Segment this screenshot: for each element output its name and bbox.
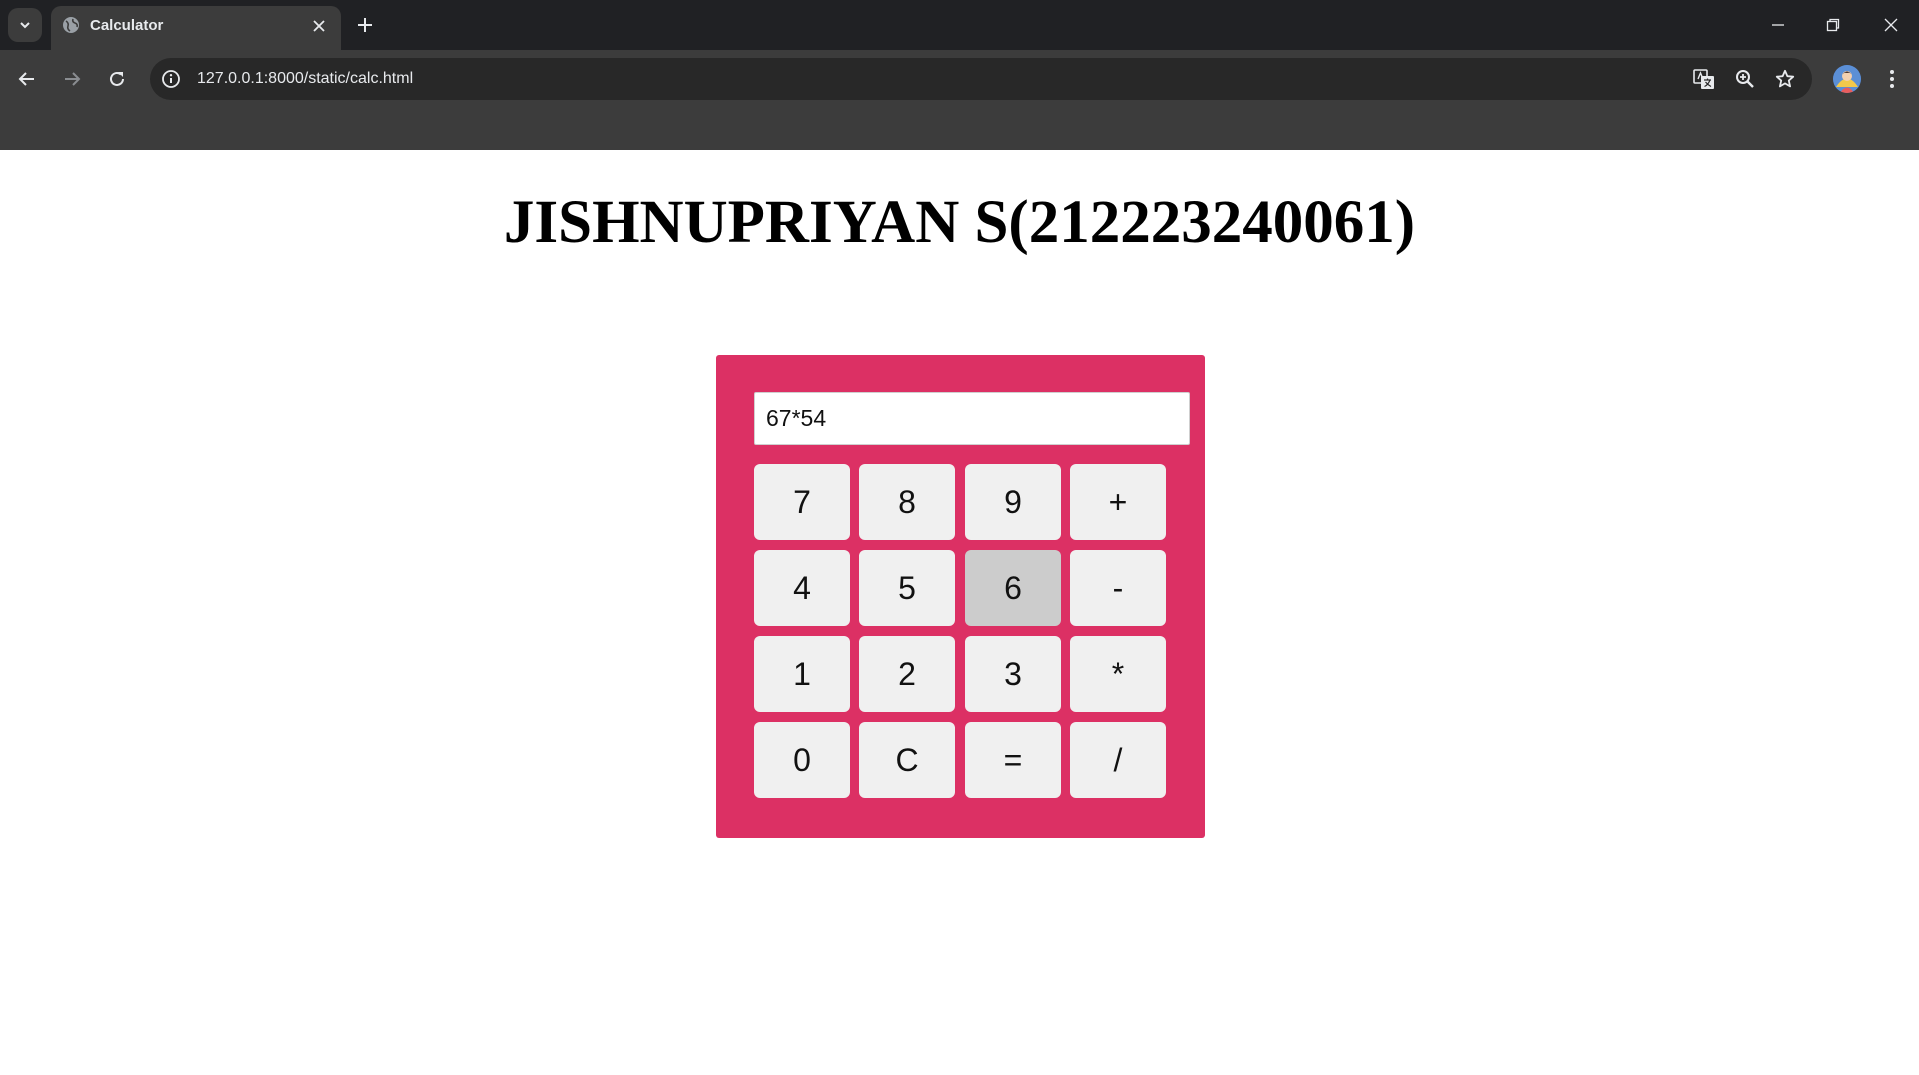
back-button[interactable]: [12, 64, 42, 94]
restore-button[interactable]: [1820, 12, 1846, 38]
calculator: 7 8 9 + 4 5 6 - 1 2 3 * 0 C = /: [716, 355, 1205, 838]
key-minus[interactable]: -: [1070, 550, 1166, 626]
key-4[interactable]: 4: [754, 550, 850, 626]
key-8[interactable]: 8: [859, 464, 955, 540]
key-plus[interactable]: +: [1070, 464, 1166, 540]
key-0[interactable]: 0: [754, 722, 850, 798]
key-7[interactable]: 7: [754, 464, 850, 540]
window-close-button[interactable]: [1878, 12, 1904, 38]
key-9[interactable]: 9: [965, 464, 1061, 540]
key-divide[interactable]: /: [1070, 722, 1166, 798]
calculator-display[interactable]: [754, 392, 1190, 445]
translate-icon: [1693, 69, 1714, 89]
key-6[interactable]: 6: [965, 550, 1061, 626]
new-tab-button[interactable]: [352, 12, 378, 38]
page-content: JISHNUPRIYAN S(212223240061) 7 8 9 + 4 5…: [0, 150, 1919, 1075]
reload-icon: [110, 71, 124, 86]
bookmark-button[interactable]: [1774, 68, 1796, 90]
profile-avatar[interactable]: [1833, 65, 1861, 93]
minimize-icon: [1772, 24, 1784, 26]
translate-button[interactable]: [1693, 68, 1715, 90]
key-multiply[interactable]: *: [1070, 636, 1166, 712]
arrow-left-icon: [18, 72, 34, 86]
key-5[interactable]: 5: [859, 550, 955, 626]
zoom-in-icon: [1736, 70, 1754, 88]
key-1[interactable]: 1: [754, 636, 850, 712]
tab-search-button[interactable]: [8, 8, 42, 42]
globe-icon: [63, 17, 79, 33]
address-bar[interactable]: 127.0.0.1:8000/static/calc.html: [150, 58, 1812, 100]
url-text[interactable]: 127.0.0.1:8000/static/calc.html: [197, 70, 413, 88]
star-icon: [1775, 69, 1795, 88]
key-3[interactable]: 3: [965, 636, 1061, 712]
key-equals[interactable]: =: [965, 722, 1061, 798]
close-icon: [1884, 18, 1898, 32]
tab-calculator[interactable]: Calculator: [51, 6, 341, 50]
arrow-right-icon: [65, 72, 81, 86]
close-icon: [313, 20, 325, 32]
reload-button[interactable]: [102, 64, 132, 94]
page-title: JISHNUPRIYAN S(212223240061): [503, 189, 1416, 256]
key-2[interactable]: 2: [859, 636, 955, 712]
chevron-down-icon: [20, 22, 30, 29]
browser-toolbar: 127.0.0.1:8000/static/calc.html: [0, 50, 1919, 150]
more-vert-icon: [1890, 70, 1894, 88]
tab-title: Calculator: [90, 17, 164, 34]
restore-icon: [1826, 18, 1840, 32]
browser-menu-button[interactable]: [1882, 65, 1902, 93]
info-icon[interactable]: [161, 69, 181, 89]
avatar-icon: [1833, 65, 1861, 93]
minimize-button[interactable]: [1765, 12, 1791, 38]
key-clear[interactable]: C: [859, 722, 955, 798]
zoom-button[interactable]: [1734, 68, 1756, 90]
tab-strip: Calculator: [0, 0, 1919, 50]
tab-close-button[interactable]: [309, 16, 329, 36]
plus-icon: [358, 18, 372, 32]
forward-button[interactable]: [57, 64, 87, 94]
